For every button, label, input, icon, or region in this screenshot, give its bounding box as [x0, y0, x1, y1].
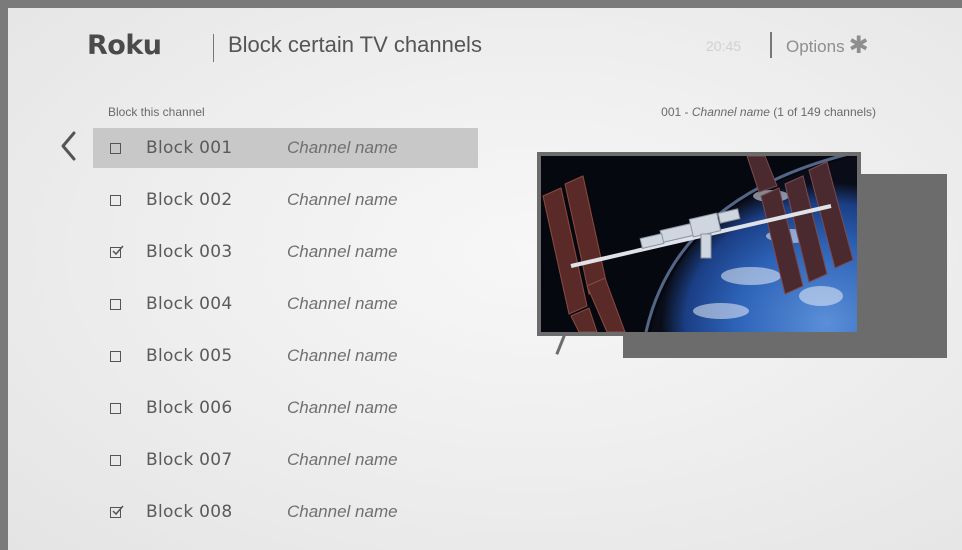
checkbox[interactable] [110, 298, 121, 310]
row-label: Block 007 [146, 450, 233, 470]
options-divider [770, 32, 772, 58]
channel-number: 001 - [661, 105, 692, 119]
row-channel-name: Channel name [287, 502, 398, 521]
channel-row[interactable]: Block 001 Channel name [93, 128, 478, 168]
row-channel-name: Channel name [287, 450, 398, 469]
row-label: Block 002 [146, 190, 233, 210]
tv-leg-left [555, 335, 566, 355]
channel-row[interactable]: Block 006 Channel name [93, 388, 478, 428]
row-label: Block 001 [146, 138, 233, 158]
row-label: Block 005 [146, 346, 233, 366]
channel-row[interactable]: Block 004 Channel name [93, 284, 478, 324]
asterisk-icon: ✱ [848, 32, 869, 59]
channel-row[interactable]: Block 005 Channel name [93, 336, 478, 376]
list-header: Block this channel [108, 105, 205, 119]
row-channel-name: Channel name [287, 190, 398, 209]
back-button[interactable] [53, 126, 83, 166]
checkbox[interactable] [110, 454, 121, 466]
tv-preview [537, 152, 861, 336]
row-label: Block 006 [146, 398, 233, 418]
options-button[interactable]: Options ✱ [786, 32, 869, 59]
row-label: Block 004 [146, 294, 233, 314]
page-title: Block certain TV channels [228, 32, 482, 57]
roku-tv-logo: RokuTV [87, 30, 947, 358]
channel-count: (1 of 149 channels) [769, 105, 876, 119]
row-channel-name: Channel name [287, 242, 398, 261]
channel-row[interactable]: Block 003 Channel name [93, 232, 478, 272]
row-channel-name: Channel name [287, 398, 398, 417]
chevron-left-icon [61, 131, 76, 161]
row-channel-name: Channel name [287, 346, 398, 365]
channel-row[interactable]: Block 008 Channel name [93, 492, 478, 532]
screen: RokuTV Block certain TV channels 20:45 O… [8, 8, 962, 550]
channel-name: Channel name [691, 105, 770, 119]
checkmark-icon [112, 245, 124, 255]
options-label: Options [786, 37, 845, 56]
title-divider [213, 34, 214, 62]
checkbox[interactable] [110, 402, 121, 414]
tv-preview-screen [541, 156, 857, 332]
logo-roku: Roku [87, 30, 162, 61]
channel-info: 001 - Channel name (1 of 149 channels) [661, 105, 876, 119]
checkmark-icon [112, 505, 124, 515]
checkbox[interactable] [110, 350, 121, 362]
checkbox[interactable] [110, 142, 121, 154]
channel-row[interactable]: Block 007 Channel name [93, 440, 478, 480]
clock: 20:45 [706, 38, 742, 54]
row-channel-name: Channel name [287, 294, 398, 313]
row-channel-name: Channel name [287, 138, 398, 157]
checked-checkbox[interactable] [110, 245, 124, 258]
space-station-image [541, 156, 857, 332]
checked-checkbox[interactable] [110, 505, 124, 518]
checkbox[interactable] [110, 194, 121, 206]
row-label: Block 008 [146, 502, 233, 522]
row-label: Block 003 [146, 242, 233, 262]
channel-row[interactable]: Block 002 Channel name [93, 180, 478, 220]
